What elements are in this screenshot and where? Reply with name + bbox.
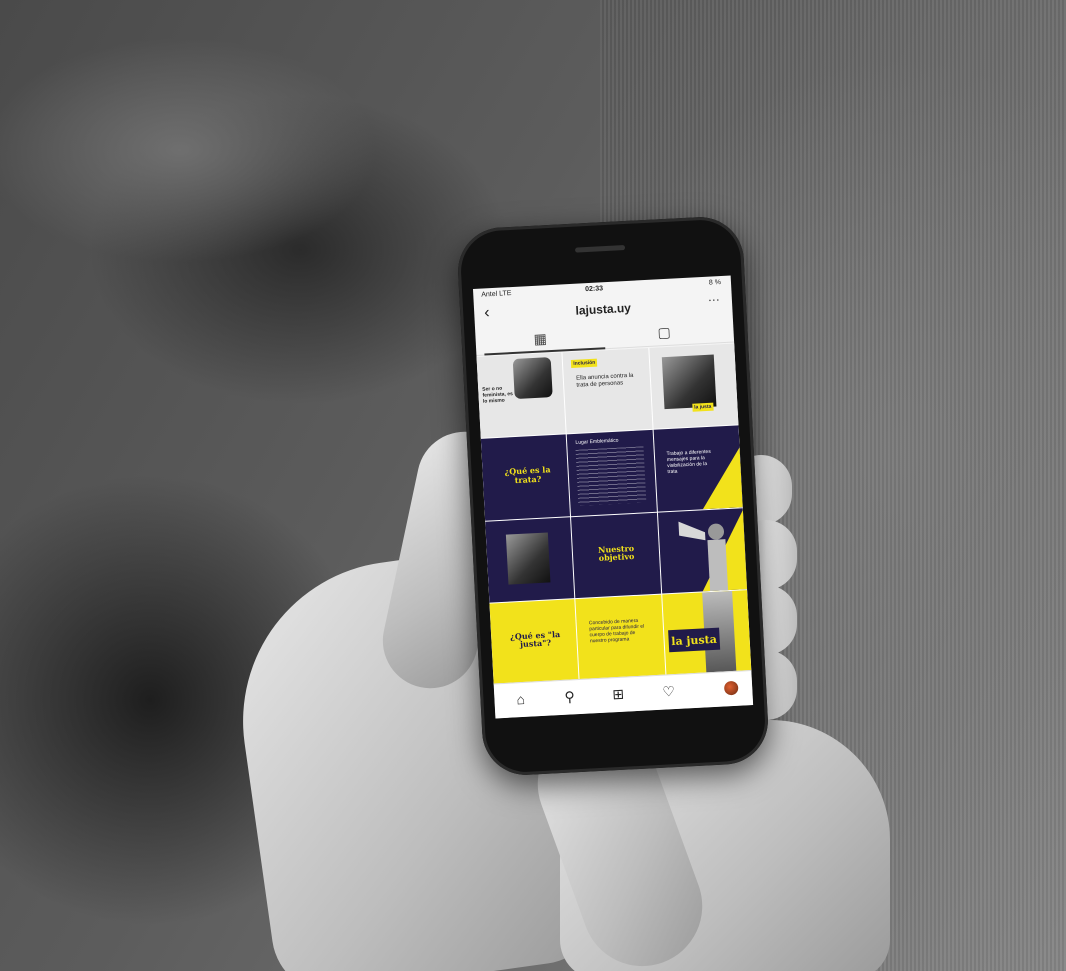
post-3-photo xyxy=(661,354,717,410)
post-1-label: Ser o no feminista, es lo mismo xyxy=(482,385,513,405)
post-11-text: Concebido de manera particular para difu… xyxy=(588,617,645,645)
post-1[interactable]: Ser o no feminista, es lo mismo xyxy=(476,352,566,439)
post-3-label: la justa xyxy=(691,402,714,412)
post-8-text: Nuestro objetivo xyxy=(597,542,635,563)
post-5-title: Lugar Emblemático xyxy=(575,437,619,447)
post-10-text: ¿Qué es "la justa"? xyxy=(509,628,561,650)
post-5[interactable]: Lugar Emblemático xyxy=(567,430,657,516)
post-8[interactable]: Nuestro objetivo xyxy=(571,512,661,598)
tagged-icon[interactable]: ▢ xyxy=(657,324,671,342)
heart-icon[interactable]: ♡ xyxy=(662,683,675,701)
post-3[interactable]: la justa xyxy=(648,343,739,430)
search-icon[interactable]: ⚲ xyxy=(564,688,575,706)
post-9[interactable] xyxy=(657,507,748,594)
profile-avatar[interactable] xyxy=(723,680,739,696)
phone-speaker xyxy=(574,245,626,253)
post-9-megaphone-woman xyxy=(678,507,748,592)
post-12[interactable]: la justa xyxy=(661,589,752,676)
background-photo: Antel LTE 02:33 8 % ‹ lajusta.uy ··· ▦ ▢… xyxy=(0,0,1066,971)
post-grid: Ser o no feminista, es lo mismo Inclusió… xyxy=(476,343,752,685)
grid-icon[interactable]: ▦ xyxy=(533,330,547,348)
carrier-label: Antel LTE xyxy=(481,290,512,299)
post-4-text: ¿Qué es la trata? xyxy=(504,464,551,485)
home-icon[interactable]: ⌂ xyxy=(516,691,525,707)
add-icon[interactable]: ⊞ xyxy=(612,686,625,704)
post-2-text: Ella anuncia contra la trata de personas xyxy=(575,372,634,389)
battery-label: 8 % xyxy=(708,279,722,287)
phone-screen: Antel LTE 02:33 8 % ‹ lajusta.uy ··· ▦ ▢… xyxy=(472,275,754,719)
post-12-text: la justa xyxy=(671,632,718,648)
post-12-label-box: la justa xyxy=(667,627,721,653)
post-2[interactable]: Inclusión Ella anuncia contra la trata d… xyxy=(562,347,653,434)
post-2-tag: Inclusión xyxy=(571,358,598,368)
status-time: 02:33 xyxy=(584,285,604,294)
post-4[interactable]: ¿Qué es la trata? xyxy=(480,434,571,521)
post-6-yellow-shape xyxy=(702,446,743,509)
post-6[interactable]: Trabajo a diferentes mensajes para la vi… xyxy=(653,425,743,512)
smartphone: Antel LTE 02:33 8 % ‹ lajusta.uy ··· ▦ ▢… xyxy=(455,214,771,778)
post-7[interactable] xyxy=(485,516,575,603)
post-7-photo xyxy=(505,531,551,585)
post-1-photo xyxy=(512,357,553,400)
post-11[interactable]: Concebido de manera particular para difu… xyxy=(575,594,666,680)
post-10[interactable]: ¿Qué es "la justa"? xyxy=(489,598,579,685)
post-5-paragraph xyxy=(575,446,647,507)
more-dots-icon[interactable]: ··· xyxy=(707,292,720,307)
